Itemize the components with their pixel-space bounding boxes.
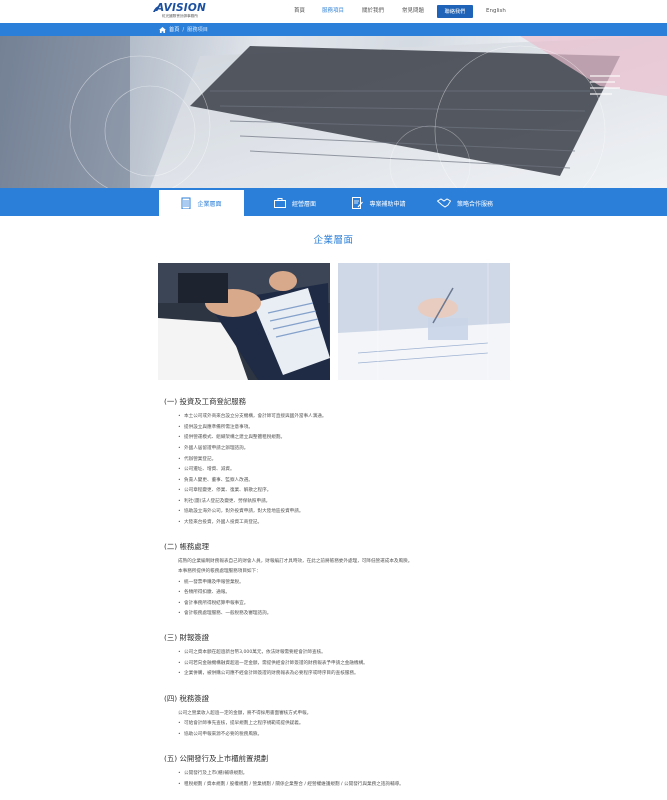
list-item: 本土公司或外商來台設立分支機構，會計師可直接與國外當事人溝通。: [178, 414, 326, 420]
list-item: 會計事務所得稅結算申報事宜。: [178, 601, 248, 607]
hero-banner-image: [0, 36, 667, 188]
nav-about[interactable]: 關於我們: [362, 8, 384, 15]
financial-chart-photo: [338, 263, 510, 380]
contact-button[interactable]: 聯絡我們: [437, 5, 473, 18]
list-item: 提供設立與應準備所需注意事項。: [178, 425, 253, 431]
list-item: 公司若向金融機構融資超過一定金額，需提供經會計師簽證的財務報表予申請之金融機構。: [178, 661, 368, 667]
logo-text: AVISION: [156, 2, 207, 14]
nav-services[interactable]: 服務項目: [322, 8, 344, 15]
list-item: 統一發票申購及申報營業稅。: [178, 580, 244, 586]
nav-home[interactable]: 首頁: [294, 8, 305, 15]
list-item: 提供營運模式、組織架構之建立與整體租稅規劃。: [178, 435, 285, 441]
home-icon: [159, 26, 166, 33]
list-item: 公司之資本額在超過新台幣3,000萬元，依法財報需要經會計師查核。: [178, 650, 326, 656]
list-item: 可給會計師事先查核，提早規劃上之程序規範或提供疑義。: [178, 721, 303, 727]
tab-partnership[interactable]: 策略合作服務: [434, 190, 496, 216]
top-header: AVISION 虹光國際會計師事務所 首頁 服務項目 關於我們 常見問題 聯絡我…: [0, 0, 667, 23]
handshake-icon: [436, 198, 451, 208]
list-item: 負責人變更、董事、監察人改選。: [178, 478, 253, 484]
logo-subtitle: 虹光國際會計師事務所: [162, 14, 198, 18]
laptop-keyboard-illustration: [0, 36, 667, 188]
page-title: 企業層面: [313, 235, 354, 246]
service-tabs: 企業層面 經營層面 專案補助申請 策略合作服務: [0, 188, 667, 216]
building-icon: [181, 197, 191, 209]
list-item: 租稅規劃 / 資本規劃 / 股權規劃 / 營業規劃 / 關係企業整合 / 經營權…: [178, 782, 404, 788]
section-heading: (四) 稅務簽證: [164, 694, 210, 703]
section-heading: (一) 投資及工商登記服務: [164, 397, 247, 406]
breadcrumb-bar: 首頁 / 服務項目: [0, 23, 667, 36]
list-item: 大陸來台投資，外國人投資工商登記。: [178, 520, 262, 526]
list-item: 外國人居留證申請之辦理諮詢。: [178, 446, 248, 452]
list-item: 代辦營業登記。: [178, 457, 216, 463]
breadcrumb-home[interactable]: 首頁: [169, 26, 179, 33]
list-item: 協助公司申報來源不必要的稅務風險。: [178, 732, 262, 738]
document-pen-icon: [352, 197, 364, 209]
logo[interactable]: AVISION 虹光國際會計師事務所: [153, 2, 226, 21]
tab-label: 專案補助申請: [369, 200, 406, 208]
section-heading: (二) 帳務處理: [164, 542, 210, 551]
paragraph: 成熟的企業編制財務報表自己的財會人員，財報編訂才具時效，在此之前將帳務委外處理，…: [178, 559, 413, 564]
breadcrumb: 首頁 / 服務項目: [159, 23, 208, 36]
breadcrumb-current: 服務項目: [187, 27, 208, 33]
paragraph: 本事務所提供的帳務處理服務項目如下：: [178, 569, 261, 574]
list-item: 會計帳務處理服務、一般稅務及審理諮詢。: [178, 611, 271, 617]
list-item: 公司章程變更、停業、復業、解散之程序。: [178, 488, 271, 494]
list-item: 公司遷址、增資、減資。: [178, 467, 234, 473]
tab-subsidy[interactable]: 專案補助申請: [348, 190, 410, 216]
tab-label: 策略合作服務: [456, 200, 493, 208]
tab-operations[interactable]: 經營層面: [265, 190, 325, 216]
business-documents-photo: [158, 263, 330, 380]
section-heading: (五) 公開發行及上市櫃前置規劃: [164, 754, 269, 763]
nav-faq[interactable]: 常見問題: [402, 8, 424, 15]
nav-english[interactable]: English: [486, 8, 506, 15]
section-heading: (三) 財報簽證: [164, 633, 210, 642]
paragraph: 公司之營業收入超過一定的金額，將不得採用書面審核方式申報。: [178, 711, 312, 716]
list-item: 公開發行及上市(櫃)輔導規劃。: [178, 771, 247, 777]
tab-enterprise[interactable]: 企業層面: [159, 190, 244, 216]
list-item: 利社(團)法人登記及變更、勞保執照申請。: [178, 499, 270, 505]
list-item: 企業併購，被併購公司應不經會計師簽證的財務報表為必要程序或時序目的查核服務。: [178, 671, 359, 677]
briefcase-icon: [273, 198, 286, 208]
breadcrumb-separator: /: [182, 26, 185, 33]
list-item: 各類所得扣繳、通報。: [178, 590, 230, 596]
list-item: 協助設立海外公司，對外投資申請，對大陸地區投資申請。: [178, 509, 303, 515]
tab-label: 經營層面: [291, 200, 316, 208]
tab-label: 企業層面: [197, 200, 222, 208]
